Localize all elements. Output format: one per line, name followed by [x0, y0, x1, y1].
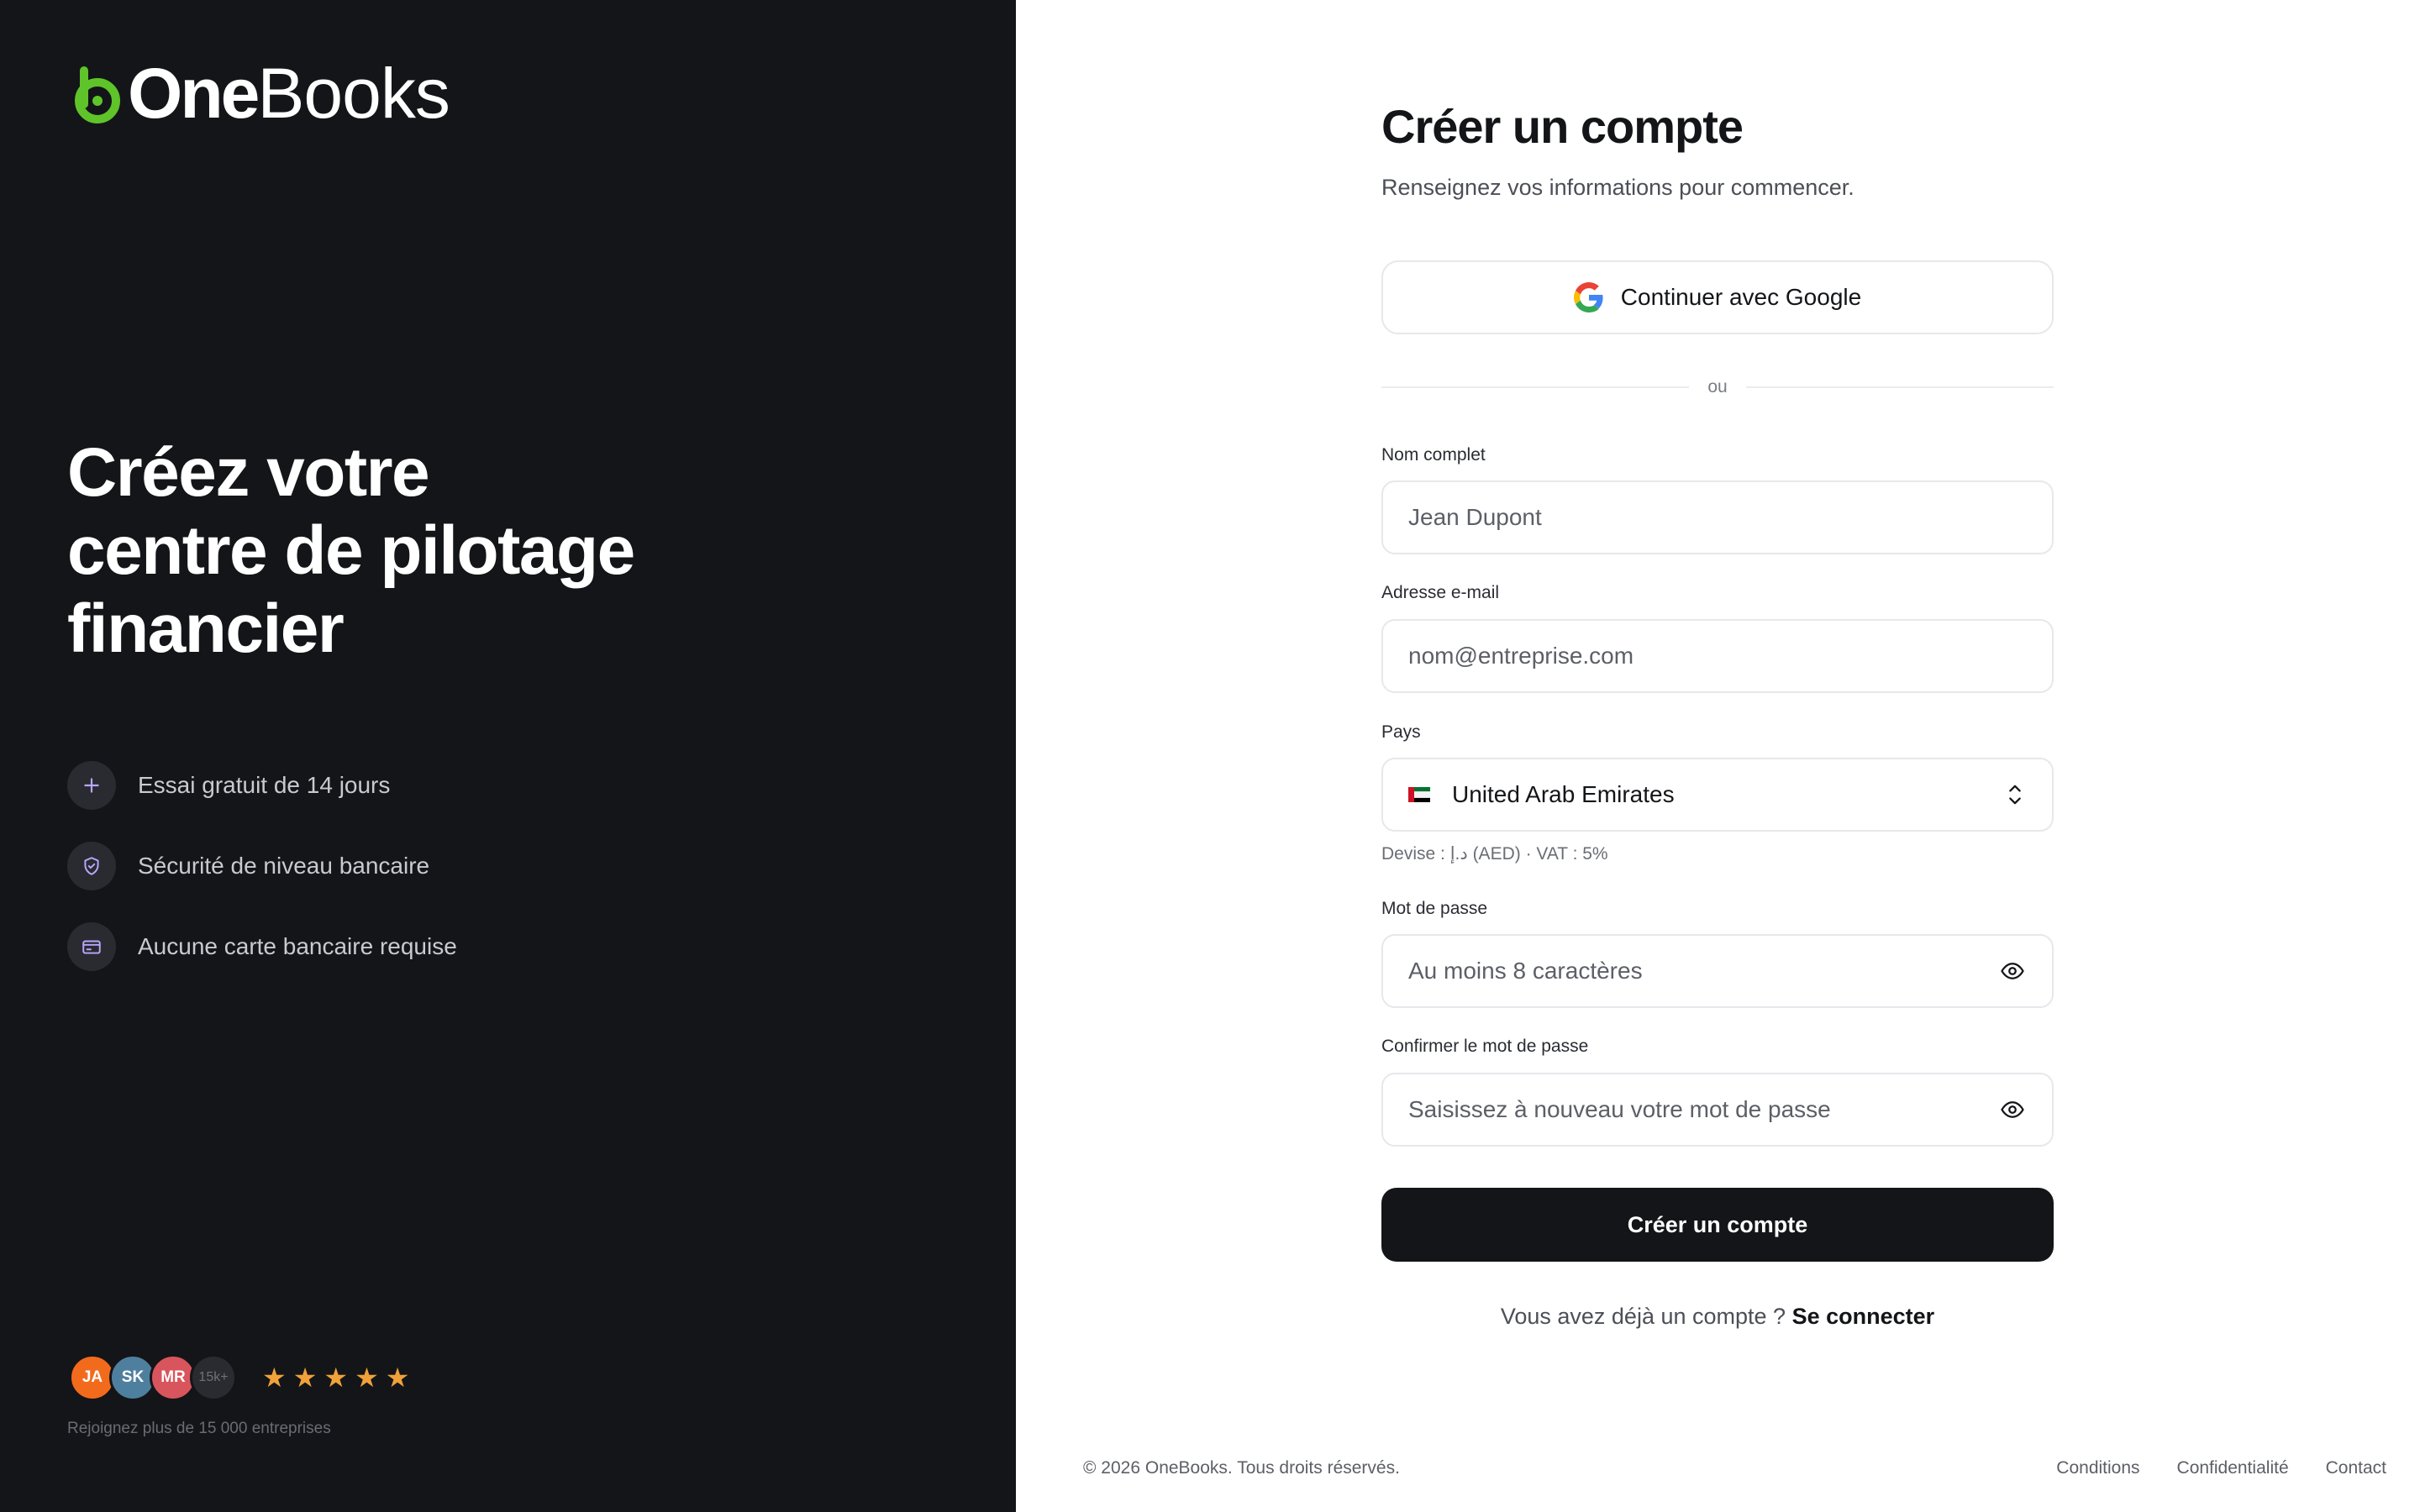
divider-line	[1745, 386, 2054, 388]
feature-item-trial: Essai gratuit de 14 jours	[67, 761, 457, 810]
confirm-password-field[interactable]	[1381, 1073, 2054, 1147]
currency-vat-hint: Devise : د.إ (AED) · VAT : 5%	[1381, 844, 1608, 864]
social-proof: JA SK MR 15k+ ★★★★★	[69, 1354, 416, 1401]
country-select-value: United Arab Emirates	[1452, 781, 1675, 807]
password-field[interactable]	[1381, 934, 2054, 1008]
country-select[interactable]: United Arab Emirates	[1381, 758, 2054, 832]
confirm-password-input[interactable]	[1408, 1096, 1998, 1123]
logo-text-one: One	[128, 54, 260, 133]
avatar-more-count: 15k+	[190, 1354, 237, 1401]
onebooks-logo-icon	[75, 66, 120, 123]
brand-panel: One Books Créez votre centre de pilotage …	[0, 0, 1016, 1512]
page-title: Créer un compte	[1381, 100, 1744, 153]
hero-line-2: centre de pilotage	[67, 512, 635, 589]
email-input[interactable]	[1408, 643, 2027, 669]
footer-copyright: © 2026 OneBooks. Tous droits réservés.	[1083, 1458, 1400, 1478]
plus-icon	[67, 761, 116, 810]
star-rating: ★★★★★	[262, 1362, 417, 1393]
country-label: Pays	[1381, 722, 1421, 742]
hero-line-1: Créez votre	[67, 434, 430, 511]
full-name-input[interactable]	[1408, 504, 2027, 531]
footer-link-contact[interactable]: Contact	[2326, 1458, 2386, 1478]
logo-text-books: Books	[257, 54, 450, 133]
signin-link[interactable]: Se connecter	[1792, 1304, 1935, 1329]
create-account-button[interactable]: Créer un compte	[1381, 1188, 2054, 1262]
signup-panel: Créer un compte Renseignez vos informati…	[1016, 0, 2420, 1512]
or-divider: ou	[1381, 375, 2054, 400]
hero-heading: Créez votre centre de pilotage financier	[67, 433, 823, 668]
divider-text: ou	[1707, 377, 1728, 396]
footer-links: Conditions Confidentialité Contact	[2056, 1458, 2386, 1478]
feature-label: Sécurité de niveau bancaire	[138, 853, 430, 879]
google-icon	[1573, 282, 1603, 312]
credit-card-icon	[67, 922, 116, 971]
uae-flag-icon	[1408, 787, 1430, 802]
full-name-field[interactable]	[1381, 480, 2054, 554]
chevron-up-down-icon	[2009, 785, 2021, 805]
footer-link-privacy[interactable]: Confidentialité	[2177, 1458, 2289, 1478]
eye-icon[interactable]	[1998, 957, 2027, 985]
password-label: Mot de passe	[1381, 899, 1488, 918]
full-name-label: Nom complet	[1381, 445, 1486, 465]
feature-label: Aucune carte bancaire requise	[138, 933, 457, 959]
divider-line	[1381, 386, 1690, 388]
confirm-password-label: Confirmer le mot de passe	[1381, 1037, 1589, 1056]
page-subtitle: Renseignez vos informations pour commenc…	[1381, 175, 1854, 200]
feature-list: Essai gratuit de 14 jours Sécurité de ni…	[67, 761, 457, 1003]
email-label: Adresse e-mail	[1381, 583, 1500, 602]
eye-icon[interactable]	[1998, 1095, 2027, 1124]
google-signin-label: Continuer avec Google	[1620, 284, 1862, 310]
email-field[interactable]	[1381, 619, 2054, 693]
feature-item-security: Sécurité de niveau bancaire	[67, 842, 457, 890]
logo-wordmark: One Books	[128, 58, 450, 129]
feature-item-no-card: Aucune carte bancaire requise	[67, 922, 457, 971]
shield-check-icon	[67, 842, 116, 890]
social-caption: Rejoignez plus de 15 000 entreprises	[67, 1420, 331, 1437]
avatar-stack: JA SK MR 15k+	[69, 1354, 237, 1401]
password-input[interactable]	[1408, 958, 1998, 984]
logo[interactable]: One Books	[67, 58, 450, 129]
signin-prompt: Vous avez déjà un compte ? Se connecter	[1381, 1304, 2054, 1330]
google-signin-button[interactable]: Continuer avec Google	[1381, 260, 2054, 334]
footer-link-terms[interactable]: Conditions	[2056, 1458, 2139, 1478]
feature-label: Essai gratuit de 14 jours	[138, 772, 391, 798]
signin-prompt-text: Vous avez déjà un compte ?	[1500, 1304, 1786, 1329]
hero-line-3: financier	[67, 591, 345, 667]
